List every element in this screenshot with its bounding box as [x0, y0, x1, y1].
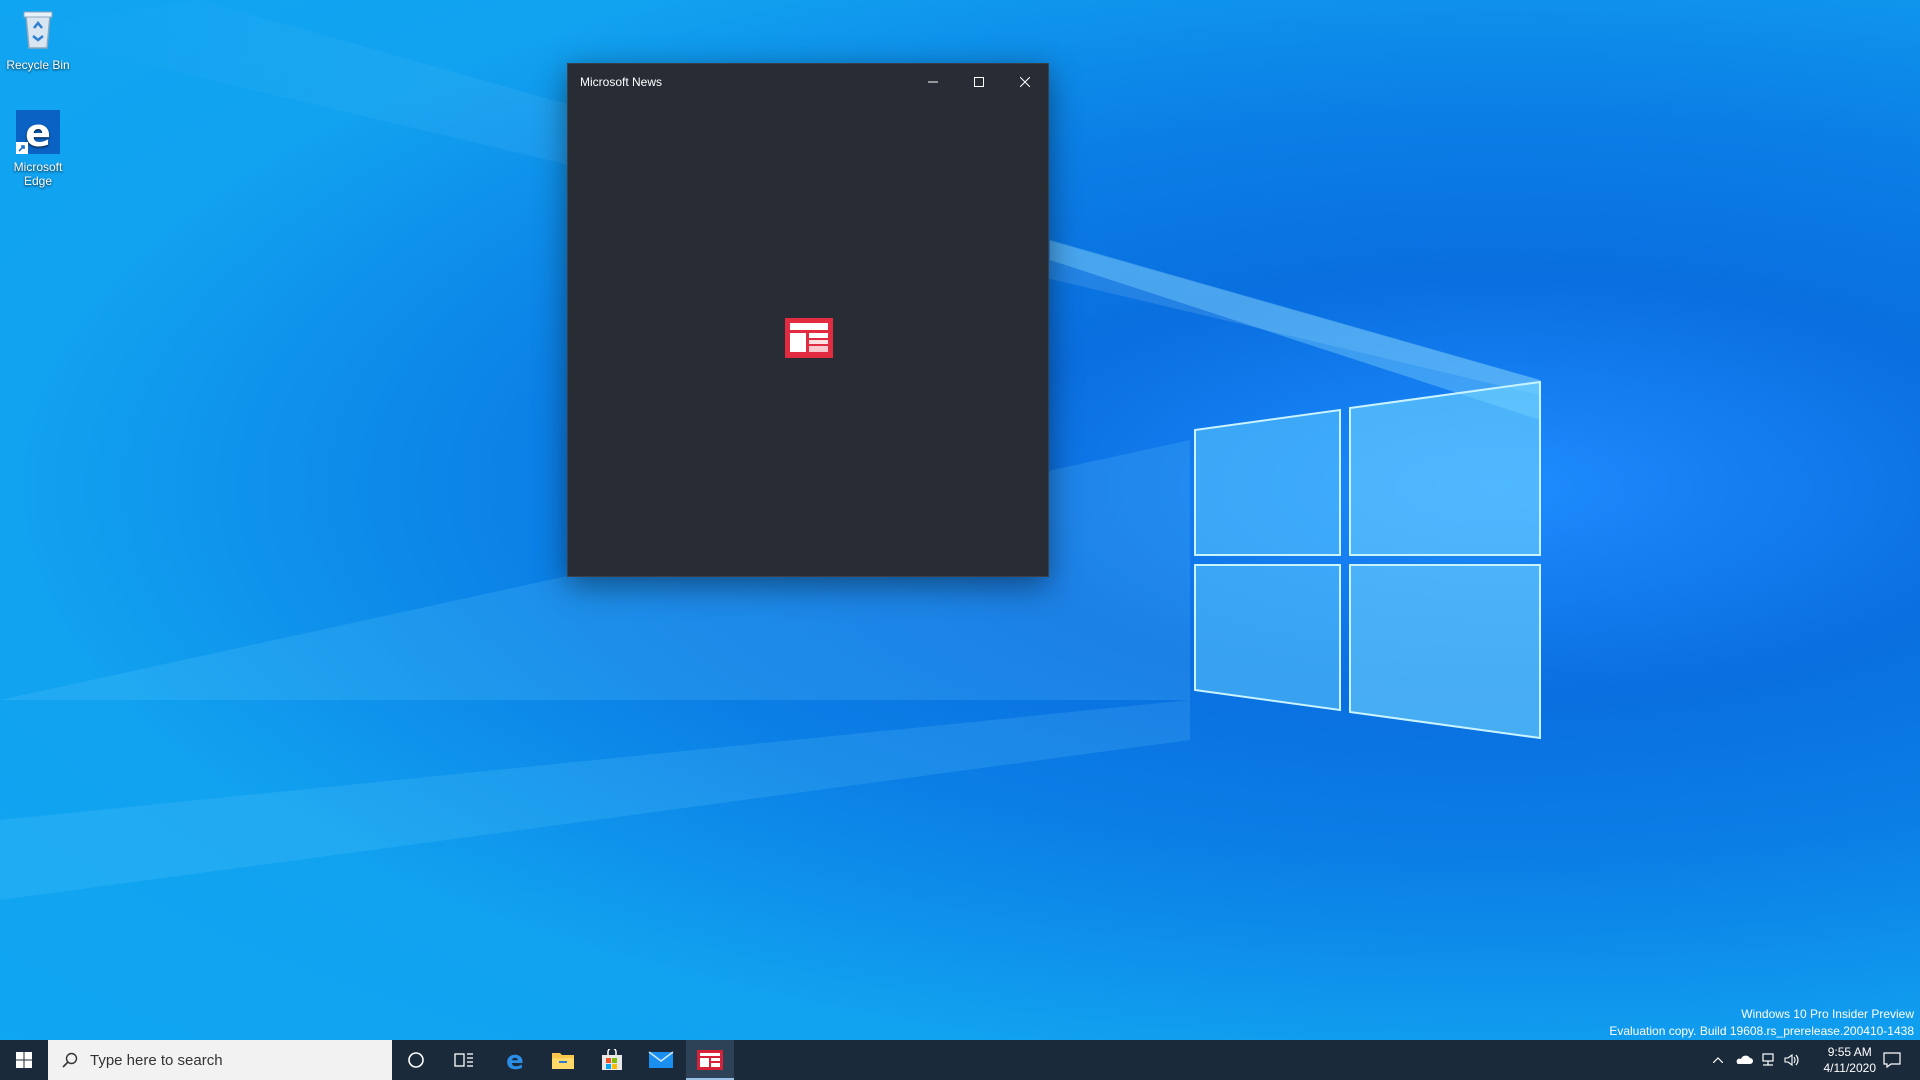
taskbar-file-explorer-button[interactable]: [539, 1040, 587, 1080]
recycle-bin-label: Recycle Bin: [6, 58, 70, 72]
minimize-button[interactable]: [910, 64, 956, 100]
show-hidden-icons-button[interactable]: [1708, 1040, 1728, 1080]
chevron-up-icon: [1713, 1057, 1723, 1063]
news-icon: [697, 1050, 723, 1070]
store-icon: [602, 1049, 622, 1070]
svg-text:e: e: [506, 1048, 524, 1072]
windows-start-icon: [16, 1052, 32, 1068]
window-title: Microsoft News: [580, 75, 663, 89]
taskbar-news-button[interactable]: [686, 1040, 734, 1080]
volume-tray-button[interactable]: [1780, 1040, 1804, 1080]
edge-label: Microsoft Edge: [13, 160, 63, 188]
search-icon: [62, 1052, 78, 1068]
task-view-button[interactable]: [440, 1040, 488, 1080]
desktop-icon-microsoft-edge[interactable]: e Microsoft Edge: [0, 108, 76, 188]
desktop-icon-recycle-bin[interactable]: Recycle Bin: [0, 6, 76, 72]
minimize-icon: [928, 81, 938, 83]
close-button[interactable]: [1002, 64, 1048, 100]
news-splash-icon: [785, 318, 833, 358]
search-box[interactable]: Type here to search: [48, 1040, 392, 1080]
taskbar-store-button[interactable]: [588, 1040, 636, 1080]
taskbar: Type here to search e 9:55 AM 4/11/2020: [0, 1040, 1920, 1080]
microsoft-news-window[interactable]: Microsoft News: [567, 63, 1049, 577]
window-titlebar[interactable]: Microsoft News: [568, 64, 1048, 100]
start-button[interactable]: [0, 1040, 48, 1080]
onedrive-icon: [1736, 1055, 1753, 1064]
notifications-icon: [1883, 1052, 1901, 1068]
edge-icon: e: [14, 108, 62, 156]
network-icon: [1762, 1053, 1774, 1066]
task-view-icon: [454, 1053, 473, 1067]
watermark-line-1: Windows 10 Pro Insider Preview: [1741, 1007, 1914, 1021]
taskbar-mail-button[interactable]: [637, 1040, 685, 1080]
clock-time: 9:55 AM: [1827, 1045, 1872, 1059]
evaluation-watermark: Windows 10 Pro Insider Preview Evaluatio…: [1609, 1006, 1914, 1040]
watermark-line-2: Evaluation copy. Build 19608.rs_prerelea…: [1609, 1024, 1914, 1038]
taskbar-edge-button[interactable]: e: [491, 1040, 539, 1080]
news-icon: [785, 318, 833, 358]
edge-icon: e: [506, 1048, 524, 1072]
file-explorer-icon: [552, 1053, 574, 1069]
cortana-button[interactable]: [392, 1040, 440, 1080]
mail-icon: [648, 1051, 674, 1068]
svg-text:e: e: [25, 111, 51, 155]
clock-date: 4/11/2020: [1823, 1061, 1877, 1075]
network-tray-button[interactable]: [1756, 1040, 1780, 1080]
windows-logo-wallpaper: [1190, 380, 1550, 740]
cortana-icon: [408, 1052, 424, 1068]
maximize-icon: [974, 77, 984, 87]
close-icon: [1020, 77, 1030, 87]
action-center-button[interactable]: [1872, 1040, 1912, 1080]
onedrive-tray-button[interactable]: [1732, 1040, 1756, 1080]
maximize-button[interactable]: [956, 64, 1002, 100]
clock[interactable]: 9:55 AM 4/11/2020: [1824, 1044, 1877, 1076]
volume-icon: [1784, 1053, 1799, 1067]
recycle-bin-icon: [14, 6, 62, 54]
search-placeholder: Type here to search: [90, 1051, 223, 1069]
